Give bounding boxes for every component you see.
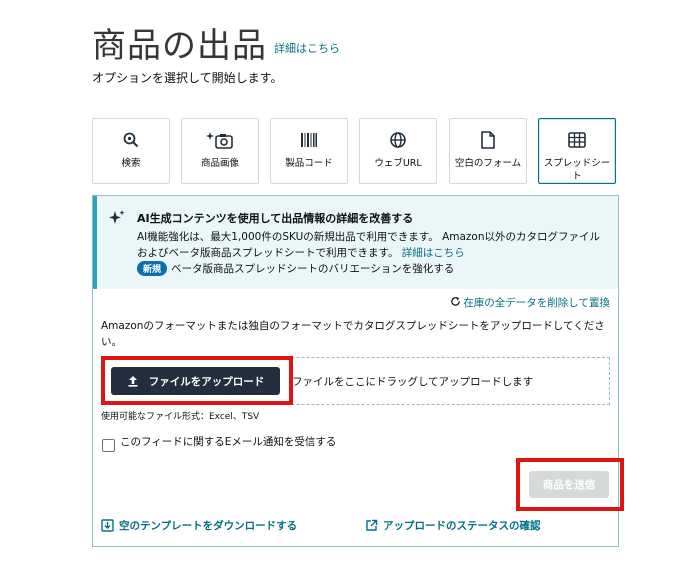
banner-description: AI機能強化は、最大1,000件のSKUの新規出品で利用できます。 Amazon…	[137, 231, 601, 259]
page-title: 商品の出品	[92, 26, 267, 66]
submit-products-button[interactable]: 商品を送信	[529, 471, 609, 498]
option-product-image[interactable]: 商品画像	[181, 118, 259, 184]
upload-file-button[interactable]: ファイルをアップロード	[111, 367, 280, 395]
refresh-icon	[450, 296, 461, 310]
search-icon	[93, 129, 169, 151]
learn-more-link[interactable]: 詳細はこちら	[274, 40, 340, 56]
external-link-icon	[366, 519, 378, 531]
drag-drop-text: ファイルをここにドラッグしてアップロードします	[292, 376, 534, 388]
upload-icon	[127, 375, 139, 387]
barcode-icon	[271, 129, 347, 151]
banner-title: AI生成コンテンツを使用して出品情報の詳細を改善する	[137, 212, 414, 225]
sparkle-icon	[107, 208, 127, 232]
document-icon	[450, 129, 526, 151]
new-feature-text: ベータ版商品スプレッドシートのバリエーションを強化する	[171, 263, 455, 275]
option-label: ウェブURL	[374, 158, 422, 169]
upload-instructions: Amazonのフォーマットまたは独自のフォーマットでカタログスプレッドシートをア…	[101, 320, 605, 348]
option-web-url[interactable]: ウェブURL	[359, 118, 437, 184]
download-template-link[interactable]: 空のテンプレートをダウンロードする	[101, 518, 297, 533]
option-label: 製品コード	[285, 158, 333, 169]
globe-icon	[360, 129, 436, 151]
option-search[interactable]: 検索	[92, 118, 170, 184]
option-label: 検索	[121, 158, 141, 169]
banner-learn-more-link[interactable]: 詳細はこちら	[402, 247, 465, 259]
option-label: 商品画像	[200, 158, 239, 169]
replace-inventory-link[interactable]: 在庫の全データを削除して置換	[450, 295, 610, 310]
option-label: スプレッドシート	[543, 158, 611, 182]
download-icon	[101, 519, 114, 532]
option-blank-form[interactable]: 空白のフォーム	[449, 118, 527, 184]
email-notification-label: このフィードに関するEメール通知を受信する	[120, 436, 337, 448]
email-notification-checkbox[interactable]	[102, 439, 115, 452]
spreadsheet-icon	[539, 129, 615, 151]
upload-status-link[interactable]: アップロードのステータスの確認	[365, 518, 541, 533]
accepted-formats: 使用可能なファイル形式：Excel、TSV	[101, 412, 260, 422]
new-feature-row: 新規 ベータ版商品スプレッドシートのバリエーションを強化する	[137, 261, 454, 276]
ai-banner: AI生成コンテンツを使用して出品情報の詳細を改善する AI機能強化は、最大1,0…	[93, 196, 618, 289]
page-subtitle: オプションを選択して開始します。	[92, 71, 283, 85]
option-spreadsheet[interactable]: スプレッドシート	[538, 118, 616, 184]
camera-sparkle-icon	[182, 129, 258, 151]
new-badge: 新規	[137, 261, 168, 276]
spreadsheet-panel: AI生成コンテンツを使用して出品情報の詳細を改善する AI機能強化は、最大1,0…	[92, 195, 624, 547]
option-label: 空白のフォーム	[454, 158, 522, 169]
option-product-code[interactable]: 製品コード	[270, 118, 348, 184]
